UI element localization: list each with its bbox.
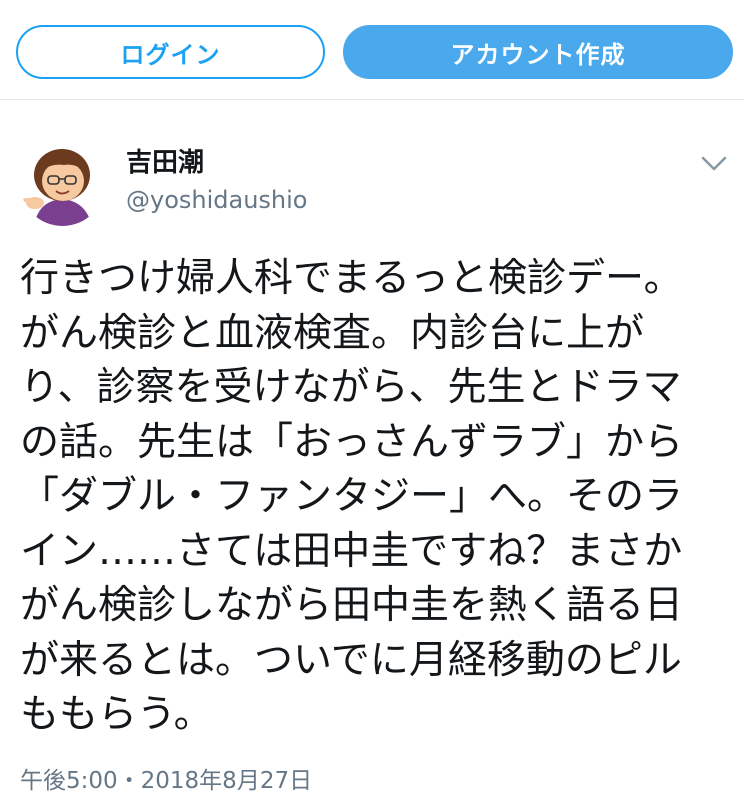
- cartoon-avatar-icon[interactable]: [20, 141, 105, 226]
- top-bar: ログイン アカウント作成: [0, 0, 744, 100]
- tweet-text: 行きつけ婦人科でまるっと検診デー。 がん検診と血液検査。内診台に上が り、診察を…: [20, 256, 684, 737]
- login-button[interactable]: ログイン: [16, 25, 325, 79]
- display-name[interactable]: 吉田潮: [126, 145, 204, 181]
- chevron-down-glyph: [701, 156, 727, 171]
- screen-name[interactable]: @yoshidaushio: [126, 183, 308, 217]
- login-button-label: ログイン: [120, 40, 221, 69]
- signup-button[interactable]: アカウント作成: [343, 25, 733, 79]
- signup-button-label: アカウント作成: [450, 40, 626, 69]
- tweet-timestamp[interactable]: 午後5:00・2018年8月27日: [20, 764, 312, 798]
- chevron-down-icon[interactable]: [697, 150, 731, 176]
- avatar-illustration: [20, 141, 105, 226]
